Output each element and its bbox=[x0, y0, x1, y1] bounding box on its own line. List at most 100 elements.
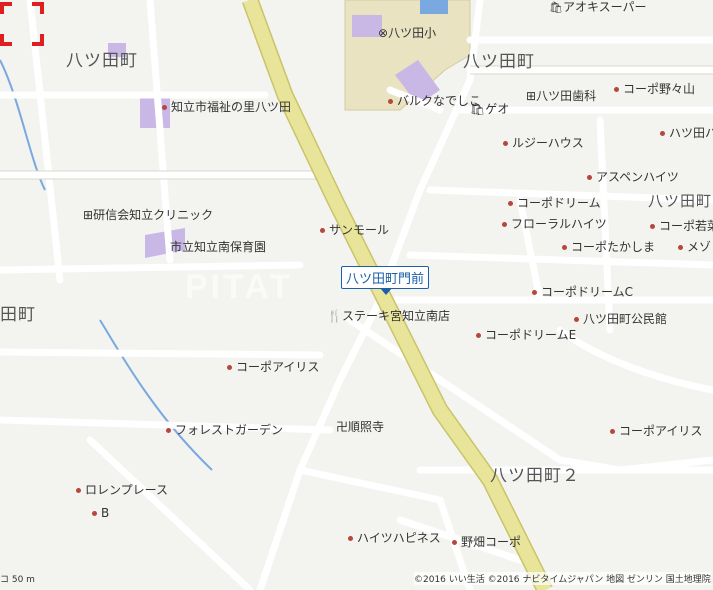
poi-label: ルジーハウス bbox=[512, 136, 584, 150]
poi-label: コーポドリームE bbox=[485, 328, 577, 342]
dot-icon bbox=[166, 428, 171, 433]
restaurant-icon: 🍴 bbox=[327, 309, 342, 323]
poi-iris2[interactable]: コーポアイリス bbox=[610, 424, 702, 438]
poi-heights[interactable]: ハイツハピネス bbox=[348, 531, 441, 545]
area-label: 八ツ田町２ bbox=[490, 466, 580, 486]
poi-steak[interactable]: 🍴ステーキ宮知立南店 bbox=[327, 309, 450, 323]
poi-forest[interactable]: フォレストガーデン bbox=[166, 423, 283, 437]
poi-luzy[interactable]: ルジーハウス bbox=[503, 136, 584, 150]
dot-icon bbox=[678, 245, 683, 250]
poi-nomiyama[interactable]: コーポ野々山 bbox=[614, 82, 695, 96]
area-label: 八ツ田町 bbox=[648, 192, 713, 210]
dot-icon bbox=[508, 201, 513, 206]
poi-label: 順照寺 bbox=[348, 420, 385, 434]
poi-iris1[interactable]: コーポアイリス bbox=[227, 360, 319, 374]
watermark: PITAT bbox=[185, 268, 294, 306]
poi-label: ステーキ宮知立南店 bbox=[341, 309, 450, 323]
station-callout[interactable]: 八ツ田町門前 bbox=[341, 266, 430, 295]
poi-b[interactable]: B bbox=[92, 506, 109, 520]
area-label: 八ツ田町 bbox=[463, 52, 535, 72]
dot-icon bbox=[388, 99, 393, 104]
poi-label: アスペンハイツ bbox=[596, 170, 679, 184]
poi-label: 知立市福祉の里八ツ田 bbox=[171, 100, 292, 114]
poi-nursery[interactable]: 市立知立南保育園 bbox=[170, 240, 266, 254]
poi-nobata[interactable]: 野畑コーポ bbox=[452, 535, 521, 549]
poi-label: 八ツ田町公民館 bbox=[583, 312, 668, 326]
area-label: 田町 bbox=[0, 305, 36, 325]
poi-label: コーポアイリス bbox=[236, 360, 320, 374]
shop-icon: 🛍 bbox=[470, 102, 486, 116]
area-label: 八ツ田町 bbox=[66, 51, 138, 71]
poi-label: ハツ田ハ bbox=[669, 126, 713, 140]
dot-icon bbox=[227, 365, 232, 370]
clinic-icon: ⊞ bbox=[83, 208, 94, 222]
poi-label: コーポ若菜 bbox=[659, 219, 713, 233]
poi-label: 研信会知立クリニック bbox=[93, 208, 214, 222]
poi-kenshin[interactable]: ⊞研信会知立クリニック bbox=[83, 208, 213, 222]
dot-icon bbox=[503, 141, 508, 146]
poi-label: 野畑コーポ bbox=[461, 535, 522, 549]
dot-icon bbox=[320, 228, 325, 233]
poi-geo[interactable]: 🛍ゲオ bbox=[470, 102, 509, 116]
poi-label: コーポアイリス bbox=[619, 424, 703, 438]
scale-bar: コ 50 m bbox=[0, 575, 35, 585]
poi-aoki[interactable]: 🛍アオキスーパー bbox=[549, 0, 647, 14]
poi-aspen[interactable]: アスペンハイツ bbox=[587, 170, 679, 184]
dot-icon bbox=[650, 224, 655, 229]
selection-marker[interactable] bbox=[0, 0, 44, 48]
copyright: ©2016 いい生活 ©2016 ナビタイムジャパン 地図 ゼンリン 国土地理院 bbox=[414, 572, 711, 585]
poi-label: 市立知立南保育園 bbox=[170, 240, 267, 254]
shop-icon: 🛍 bbox=[549, 1, 563, 14]
poi-label: サンモール bbox=[329, 223, 390, 237]
poi-fukushi[interactable]: 知立市福祉の里八ツ田 bbox=[162, 100, 291, 114]
dot-icon bbox=[574, 317, 579, 322]
poi-label: コーポドリームC bbox=[541, 285, 634, 299]
poi-label: コーポたかしま bbox=[571, 240, 656, 254]
poi-label: 八ツ田歯科 bbox=[536, 89, 597, 103]
poi-label: ゲオ bbox=[485, 102, 510, 116]
dot-icon bbox=[162, 105, 167, 110]
poi-label: コーポ野々山 bbox=[623, 82, 696, 96]
dot-icon bbox=[660, 131, 665, 136]
dot-icon bbox=[562, 245, 567, 250]
school-icon: ⊗ bbox=[378, 26, 389, 40]
poi-takashima[interactable]: コーポたかしま bbox=[562, 240, 655, 254]
poi-label: フォレストガーデン bbox=[175, 423, 284, 437]
dot-icon bbox=[587, 175, 592, 180]
dot-icon bbox=[452, 540, 457, 545]
poi-bulk[interactable]: バルクなでしこ bbox=[388, 94, 481, 108]
temple-icon: 卍 bbox=[336, 420, 349, 434]
dot-icon bbox=[610, 429, 615, 434]
poi-hall[interactable]: 八ツ田町公民館 bbox=[574, 312, 667, 326]
poi-wakana[interactable]: コーポ若菜 bbox=[650, 219, 713, 233]
poi-dream1[interactable]: コーポドリーム bbox=[508, 196, 601, 210]
poi-label: ロレンプレース bbox=[85, 483, 169, 497]
dot-icon bbox=[502, 222, 507, 227]
poi-mezon[interactable]: メゾ bbox=[678, 240, 711, 254]
dot-icon bbox=[614, 87, 619, 92]
dot-icon bbox=[76, 488, 81, 493]
dot-icon bbox=[348, 536, 353, 541]
poi-label: B bbox=[101, 506, 110, 520]
poi-label: バルクなでしこ bbox=[397, 94, 482, 108]
poi-label: コーポドリーム bbox=[517, 196, 601, 210]
clinic-icon: ⊞ bbox=[526, 89, 537, 103]
poi-hatsuta-dental[interactable]: ⊞八ツ田歯科 bbox=[526, 89, 596, 103]
dot-icon bbox=[92, 511, 97, 516]
poi-hatsuta-h[interactable]: ハツ田ハ bbox=[660, 126, 713, 140]
poi-hatsuta-elem[interactable]: ⊗八ツ田小 bbox=[378, 26, 436, 40]
poi-label: ハイツハピネス bbox=[357, 531, 441, 545]
poi-floral[interactable]: フローラルハイツ bbox=[502, 217, 607, 231]
poi-dreamE[interactable]: コーポドリームE bbox=[476, 328, 576, 342]
poi-label: フローラルハイツ bbox=[511, 217, 607, 231]
poi-lorenplace[interactable]: ロレンプレース bbox=[76, 483, 168, 497]
poi-junkoji[interactable]: 卍順照寺 bbox=[336, 420, 384, 434]
poi-label: メゾ bbox=[687, 240, 712, 254]
poi-dreamC[interactable]: コーポドリームC bbox=[532, 285, 633, 299]
dot-icon bbox=[532, 290, 537, 295]
dot-icon bbox=[476, 333, 481, 338]
poi-label: アオキスーパー bbox=[562, 0, 647, 14]
map-canvas[interactable]: 八ツ田町 八ツ田町 八ツ田町２ 田町 🛍アオキスーパー ⊗八ツ田小 知立市福祉の… bbox=[0, 0, 713, 590]
poi-label: 八ツ田小 bbox=[388, 26, 437, 40]
poi-sunmall[interactable]: サンモール bbox=[320, 223, 389, 237]
